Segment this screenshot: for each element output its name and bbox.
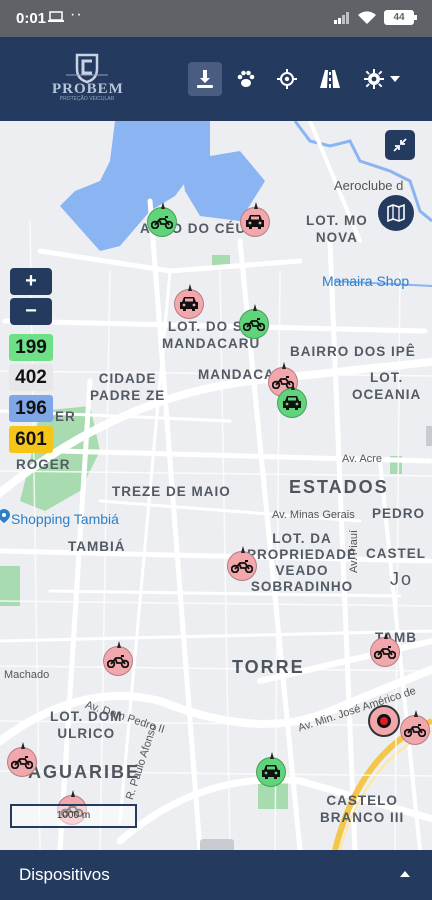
vehicle-marker[interactable] [147, 202, 177, 237]
devices-panel-title: Dispositivos [19, 865, 110, 884]
zoom-in-button[interactable]: + [10, 268, 52, 295]
motorcycle-icon [151, 216, 173, 229]
app-header: PROBEM PROTEÇÃO VEICULAR [0, 37, 432, 121]
vehicle-marker[interactable] [174, 284, 204, 319]
vehicle-marker[interactable] [370, 632, 400, 667]
motorcycle-icon [11, 756, 33, 769]
vehicle-marker[interactable] [7, 742, 37, 777]
map-label-tambia: TAMBIÁ [68, 539, 126, 554]
map-label-castel: CASTEL [366, 546, 426, 561]
paw-icon [237, 70, 255, 87]
map-label-estados: ESTADOS [289, 477, 389, 497]
map-layers-button[interactable] [378, 195, 414, 231]
map-label-jo: Jo [390, 569, 414, 589]
status-icons: 44 [334, 10, 417, 25]
settings-menu-button[interactable] [358, 62, 406, 96]
road-button[interactable] [313, 62, 347, 96]
gear-icon [364, 69, 384, 89]
motorcycle-icon [107, 655, 129, 668]
map-label-cidade-padre-ze: CIDADE PADRE ZE [90, 371, 166, 403]
status-bar: 0:01 ·· 44 [0, 0, 432, 37]
car-icon [262, 765, 280, 779]
collapse-icon [393, 138, 407, 152]
crosshair-icon [277, 69, 297, 89]
side-panel-handle[interactable] [426, 426, 432, 446]
download-button[interactable] [188, 62, 222, 96]
map-label-treze-de-maio: TREZE DE MAIO [112, 484, 231, 499]
map-fold-icon [387, 203, 405, 223]
map-label-roger: ROGER [16, 457, 71, 472]
count-badge-blue[interactable]: 196 [9, 395, 53, 422]
count-badge-yellow[interactable]: 601 [9, 426, 53, 453]
shopping-pin-icon [0, 509, 10, 523]
map-label-oceania: LOT. OCEANIA [352, 370, 422, 402]
vehicle-marker[interactable] [239, 304, 269, 339]
download-icon [197, 70, 213, 88]
motorcycle-icon [243, 318, 265, 331]
motorcycle-icon [374, 646, 396, 659]
count-badge-gray[interactable]: 402 [9, 364, 53, 391]
map-label-lot-mo-nova: LOT. MO NOVA [306, 213, 368, 245]
vehicle-marker[interactable] [256, 752, 286, 787]
map-label-aeroclube: Aeroclube d [334, 178, 404, 193]
motorcycle-icon [231, 560, 253, 573]
car-icon [246, 215, 264, 229]
zoom-out-button[interactable]: − [10, 298, 52, 325]
vehicle-marker[interactable] [240, 202, 270, 237]
map-label-lot-dom-ulrico: LOT. DOM ULRICO [50, 709, 123, 741]
map-label-pedro: PEDRO [372, 506, 426, 521]
battery-icon: 44 [384, 10, 417, 25]
count-badge-green[interactable]: 199 [9, 334, 53, 361]
devices-panel[interactable]: Dispositivos [0, 850, 432, 900]
notification-dots: ·· [70, 6, 83, 23]
vehicle-marker[interactable] [103, 641, 133, 676]
target-icon [377, 714, 391, 728]
map-label-manaira-shop: Manaira Shop [322, 273, 410, 289]
map-label-lot-da-propriedade: LOT. DA PROPRIEDADE VEADO SOBRADINHO [247, 531, 358, 594]
map-label-av-piaui: Av. Piauí [348, 529, 360, 573]
motorcycle-icon [404, 724, 426, 737]
map-label-av-minas-gerais: Av. Minas Gerais [272, 509, 355, 521]
status-time: 0:01 [16, 10, 47, 27]
vehicle-marker[interactable] [227, 546, 257, 581]
wifi-icon [358, 10, 376, 24]
bottom-panel-handle[interactable] [200, 839, 234, 850]
road-icon [320, 70, 340, 88]
signal-icon [334, 11, 349, 24]
map-label-castelo-branco: CASTELO BRANCO III [320, 793, 405, 825]
logo-subtext: PROTEÇÃO VEICULAR [59, 96, 115, 102]
map-label-machado: Machado [4, 669, 50, 681]
map-label-bairro-dos-ipe: BAIRRO DOS IPÊ [290, 344, 416, 359]
fullscreen-button[interactable] [385, 130, 415, 160]
map-label-shopping-tambia: Shopping Tambiá [11, 511, 119, 527]
car-icon [180, 297, 198, 311]
vehicle-marker[interactable] [277, 383, 307, 418]
map-label-jaguaribe: AGUARIBE [28, 762, 141, 782]
locate-button[interactable] [270, 62, 304, 96]
map-scale: 1000 m [10, 804, 137, 828]
map-label-torre: TORRE [232, 657, 305, 677]
caret-up-icon[interactable] [400, 871, 410, 877]
map-view[interactable]: Aeroclube d AERO DO CÉU LOT. MO NOVA Man… [0, 121, 432, 850]
probem-logo: PROBEM PROTEÇÃO VEICULAR [52, 53, 123, 103]
shield-logo-icon [66, 53, 108, 84]
selected-location-pin[interactable] [368, 705, 400, 737]
map-label-av-acre: Av. Acre [342, 453, 382, 465]
chevron-down-icon [390, 76, 400, 82]
paw-button[interactable] [229, 62, 263, 96]
car-icon [283, 396, 301, 410]
vehicle-marker[interactable] [400, 710, 430, 745]
map-label-mandacaru: MANDACA [198, 367, 275, 382]
laptop-icon [48, 11, 64, 22]
